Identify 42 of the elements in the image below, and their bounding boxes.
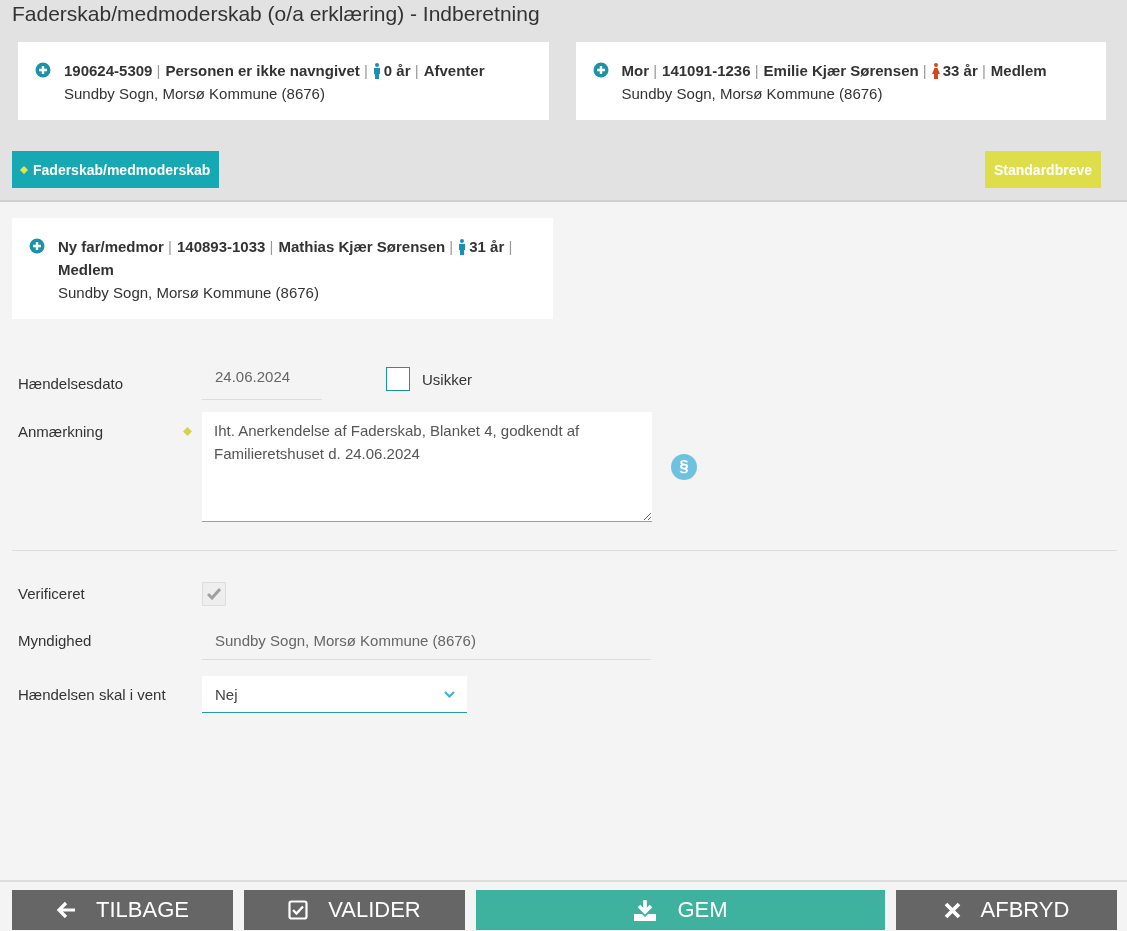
person-detail: 190624-5309 | [64,61,161,81]
address-text: Sundby Sogn, Morsø Kommune (8676) [621,84,884,104]
page-title: Faderskab/medmoderskab (o/a erklæring) - Indberetning [12,1,541,27]
download-icon [633,899,658,921]
address-text: Sundby Sogn, Morsø Kommune (8676) [58,283,320,303]
field-label: Myndighed [18,631,93,651]
date-field[interactable]: 24.06.2024 [202,367,322,400]
person-detail: Medlem [58,260,114,280]
person-detail: 141091-1236 | [662,61,759,81]
validate-button[interactable]: VALIDER [244,890,465,930]
plus-circle-icon[interactable] [29,238,45,254]
checkbox-label: Usikker [422,370,472,388]
person-detail: Mor | [621,61,658,81]
authority-field: Sundby Sogn, Morsø Kommune (8676) [202,631,651,660]
plus-circle-icon[interactable] [35,62,51,78]
field-label: Hændelsesdato [18,373,125,394]
person-detail: 31 år | [469,237,513,257]
plus-circle-icon[interactable] [592,62,609,78]
cancel-button[interactable]: AFBRYD [896,890,1117,930]
person-detail: Ny far/medmor | [58,237,172,257]
checkbox-icon [288,900,309,920]
diamond-icon [20,165,28,174]
checkbox[interactable] [386,367,410,391]
close-icon [943,901,961,919]
person-detail: Afventer [423,61,485,81]
address-text: Sundby Sogn, Morsø Kommune (8676) [64,84,326,104]
chevron-down-icon [444,690,455,698]
person-detail: Medlem [990,61,1047,81]
remark-field[interactable]: Iht. Anerkendelse af Faderskab, Blanket 4, godkendt af Familieretshuset d. 24.06.2024 [202,412,652,522]
dropdown[interactable]: Nej [202,676,467,713]
field-label: Anmærkning [18,422,104,442]
field-label: Verificeret [18,584,86,604]
person-detail: Personen er ikke navngivet | [165,61,368,81]
check-icon [207,588,221,600]
arrow-left-icon [56,901,77,919]
field-label: Hændelsen skal i vent [18,684,167,705]
person-detail: Mathias Kjær Sørensen | [278,237,454,257]
person-detail: 0 år | [383,61,419,81]
back-button[interactable]: TILBAGE [12,890,233,930]
person-detail: Emilie Kjær Sørensen | [763,61,927,81]
person-detail: 140893-1033 | [176,237,274,257]
person-detail: 33 år | [942,61,986,81]
